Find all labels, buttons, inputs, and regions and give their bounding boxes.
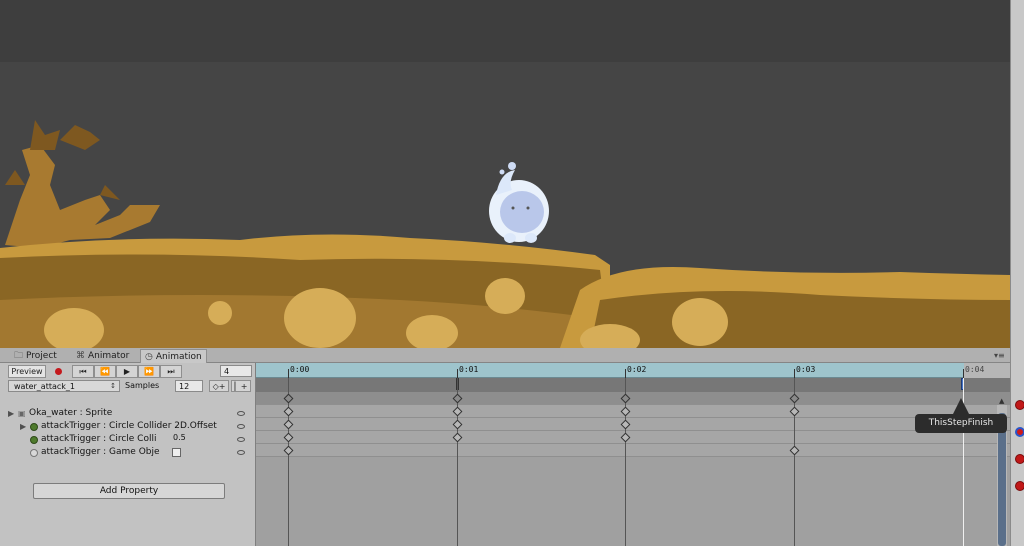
inspector-strip [1010,0,1024,546]
tick-label: 0:00 [290,365,310,374]
frame-field[interactable]: 4 [220,365,252,377]
tooltip-arrow [953,398,969,414]
scene-view[interactable] [0,0,1024,348]
scene-canvas [0,0,1010,348]
timeline-row [256,405,1010,418]
curve-toggle-icon[interactable] [237,450,245,455]
tab-label: Project [26,351,57,361]
curve-toggle-icon[interactable] [237,437,245,442]
tab-project[interactable]: 🗀 Project [10,349,61,363]
timeline-row [256,392,1010,405]
add-keyframe-button[interactable]: ◇+ [209,380,229,392]
preview-button[interactable]: Preview [8,365,46,378]
property-row[interactable]: attackTrigger : Circle Colli 0.5 [0,433,256,446]
gameobject-icon [30,423,38,431]
tab-animator[interactable]: ⌘ Animator [72,349,133,363]
record-indicator-icon [1015,454,1024,464]
panel-menu-icon[interactable]: ▾≡ [994,351,1005,360]
timeline-row [256,444,1010,457]
property-label: attackTrigger : Circle Collider 2D.Offse… [41,421,217,431]
timeline-row [256,418,1010,431]
record-indicator-icon [1015,427,1024,437]
folder-icon: 🗀 [14,351,24,361]
add-property-button[interactable]: Add Property [33,483,225,499]
timeline-row [256,431,1010,444]
clip-select[interactable]: water_attack_1 ↕ [8,380,120,392]
last-keyframe-button[interactable]: ⏭ [160,365,182,378]
event-tooltip: ThisStepFinish [915,414,1007,433]
property-value[interactable]: 0.5 [173,431,186,444]
scroll-up-icon[interactable]: ▲ [999,397,1004,405]
record-button[interactable] [55,368,62,375]
property-label: attackTrigger : Circle Colli [41,434,157,444]
curve-toggle-icon[interactable] [237,411,245,416]
gameobject-icon [30,449,38,457]
samples-field[interactable]: 12 [175,380,203,392]
samples-label: Samples [125,381,160,390]
event-row[interactable] [256,378,1010,392]
next-keyframe-button[interactable]: ⏩ [138,365,160,378]
property-list: Preview ⏮ ⏪ ▶ ⏩ ⏭ 4 water_attack_1 ↕ Sam… [0,363,256,546]
tick-label: 0:04 [965,365,985,374]
gameobject-icon [30,436,38,444]
animator-icon: ⌘ [76,351,85,361]
record-indicator-icon [1015,400,1024,410]
property-row[interactable]: ▶ attackTrigger : Circle Collider 2D.Off… [0,420,256,433]
curve-toggle-icon[interactable] [237,424,245,429]
first-keyframe-button[interactable]: ⏮ [72,365,94,378]
editor-panel: 🗀 Project ⌘ Animator ◷ Animation ▾≡ Preview… [0,348,1010,546]
record-indicator-icon [1015,481,1024,491]
panel-tabs: 🗀 Project ⌘ Animator ◷ Animation ▾≡ [0,348,1010,363]
tick-label: 0:01 [459,365,479,374]
property-row[interactable]: ▶ ▣ Oka_water : Sprite [0,407,256,420]
clip-name: water_attack_1 [14,382,75,391]
add-event-icon: ▏+ [234,382,248,391]
property-label: Oka_water : Sprite [29,408,113,418]
clock-icon: ◷ [145,352,153,362]
timeline[interactable]: 0:00 0:01 0:02 0:03 0:04 [256,363,1010,546]
tick-label: 0:03 [796,365,816,374]
active-checkbox[interactable] [172,448,181,457]
tick-label: 0:02 [627,365,647,374]
expand-arrow-icon[interactable]: ▶ [20,420,26,433]
play-button[interactable]: ▶ [116,365,138,378]
tab-label: Animator [88,351,130,361]
sprite-icon: ▣ [18,409,26,418]
expand-arrow-icon[interactable]: ▶ [8,407,14,420]
add-event-button[interactable]: ▏+ [231,380,251,392]
tab-label: Animation [155,352,202,362]
property-label: attackTrigger : Game Obje [41,447,160,457]
tab-animation[interactable]: ◷ Animation [140,349,207,363]
prev-keyframe-button[interactable]: ⏪ [94,365,116,378]
property-row[interactable]: attackTrigger : Game Obje [0,446,256,459]
add-keyframe-icon: ◇+ [212,382,226,391]
time-ruler[interactable]: 0:00 0:01 0:02 0:03 0:04 [256,363,1010,378]
chevron-down-icon: ↕ [110,382,116,390]
